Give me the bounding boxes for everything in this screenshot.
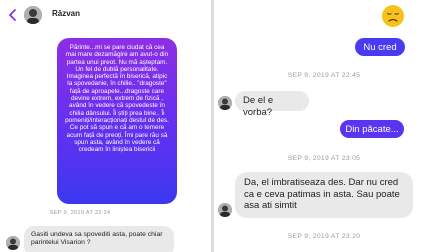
message-timestamp: SEP 9, 2019 AT 23:20 xyxy=(287,233,361,240)
received-message-bubble[interactable]: De el e vorba? xyxy=(235,91,309,118)
chat-panel-left: Răzvan Părinte...mi se pare ciudat că ce… xyxy=(0,0,211,252)
chat-header: Răzvan xyxy=(0,0,211,30)
chat-panel-right: Nu cred SEP 9, 2019 AT 22:45 De el e vor… xyxy=(214,0,425,252)
sent-message-bubble[interactable]: Părinte...mi se pare ciudat că cea mai m… xyxy=(57,38,177,204)
disappointed-face-icon[interactable] xyxy=(381,4,405,28)
contact-name[interactable]: Răzvan xyxy=(52,9,80,18)
message-timestamp: SEP 9, 2019 AT 22:24 xyxy=(49,210,111,216)
contact-avatar-small xyxy=(218,96,232,110)
message-timestamp: SEP 9, 2019 AT 22:45 xyxy=(287,72,361,79)
sent-message-bubble[interactable]: Din păcate... xyxy=(340,120,404,138)
contact-avatar-small xyxy=(218,203,232,217)
message-timestamp: SEP 9, 2019 AT 23:05 xyxy=(287,155,361,162)
contact-avatar[interactable] xyxy=(24,6,42,24)
contact-avatar-small xyxy=(6,236,20,250)
received-message-bubble[interactable]: Da, el imbratiseaza des. Dar nu cred ca … xyxy=(235,172,413,218)
received-message-bubble[interactable]: Gasiti undeva sa spovediti asta, poate c… xyxy=(24,226,174,252)
sent-message-bubble[interactable]: Nu cred xyxy=(355,38,405,56)
back-arrow-icon[interactable] xyxy=(6,8,20,22)
